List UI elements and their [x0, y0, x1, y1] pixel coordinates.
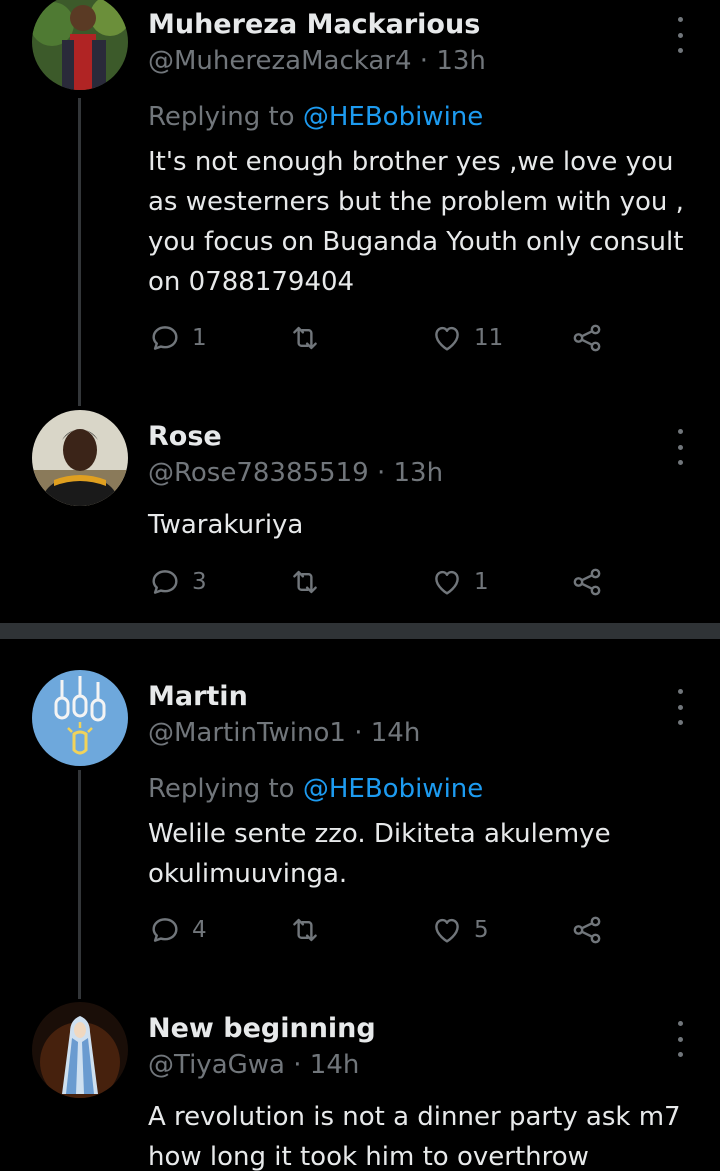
replying-to-label: Replying to — [148, 102, 295, 132]
author-handle[interactable]: @TiyaGwa — [148, 1050, 285, 1080]
reply-count: 1 — [192, 325, 207, 351]
more-icon[interactable] — [668, 429, 692, 465]
reply-count: 4 — [192, 917, 207, 943]
share-button[interactable] — [570, 562, 604, 602]
reply-button[interactable]: 1 — [148, 318, 207, 358]
tweet[interactable]: Martin @MartinTwino1 · 14h Replying to @… — [0, 639, 720, 999]
tweet-text: Welile sente zzo. Dikiteta akulemye okul… — [148, 819, 611, 889]
separator: · — [376, 458, 386, 488]
thread-line — [78, 770, 81, 999]
like-button[interactable]: 5 — [430, 910, 489, 950]
mention-link[interactable]: @HEBobiwine — [303, 774, 483, 804]
author-name[interactable]: Martin — [148, 681, 248, 712]
retweet-button[interactable] — [288, 318, 332, 358]
author-name[interactable]: Muhereza Mackarious — [148, 9, 480, 40]
reply-icon — [152, 326, 178, 350]
author-handle[interactable]: @MartinTwino1 — [148, 718, 346, 748]
separator: · — [354, 718, 363, 748]
like-icon — [435, 570, 459, 595]
avatar[interactable] — [32, 410, 128, 506]
reply-button[interactable]: 4 — [148, 910, 207, 950]
like-count: 5 — [474, 917, 489, 943]
author-meta: @MuherezaMackar4 · 13h — [148, 46, 486, 76]
tweet-text: It's not enough brother yes ,we love you… — [148, 147, 684, 297]
like-icon — [435, 326, 459, 351]
mention-link[interactable]: @HEBobiwine — [303, 102, 483, 132]
tweet[interactable]: New beginning @TiyaGwa · 14h A revolutio… — [0, 999, 720, 1171]
tweet[interactable]: Rose @Rose78385519 · 13h Twarakuriya 3 1 — [0, 410, 720, 623]
tweet[interactable]: Muhereza Mackarious @MuherezaMackar4 · 1… — [0, 0, 720, 410]
more-icon[interactable] — [668, 689, 692, 725]
reply-icon — [152, 570, 178, 594]
separator: · — [293, 1050, 302, 1080]
separator: · — [419, 46, 429, 76]
replying-to: Replying to @HEBobiwine — [148, 774, 483, 804]
action-bar: 3 1 — [148, 562, 618, 602]
reply-icon — [152, 918, 178, 942]
share-button[interactable] — [570, 910, 604, 950]
action-bar: 1 11 — [148, 318, 618, 358]
conversation-divider — [0, 623, 720, 639]
like-icon — [435, 918, 459, 943]
more-icon[interactable] — [668, 17, 692, 53]
timestamp[interactable]: 13h — [393, 458, 443, 488]
replying-to: Replying to @HEBobiwine — [148, 102, 483, 132]
share-button[interactable] — [570, 318, 604, 358]
tweet-text: Twarakuriya — [148, 510, 304, 540]
thread-line — [78, 98, 81, 406]
avatar[interactable] — [32, 1002, 128, 1098]
share-icon — [573, 568, 601, 596]
timestamp[interactable]: 13h — [436, 46, 486, 76]
like-count: 1 — [474, 569, 489, 595]
retweet-button[interactable] — [288, 562, 332, 602]
author-meta: @TiyaGwa · 14h — [148, 1050, 359, 1080]
more-icon[interactable] — [668, 1021, 692, 1057]
avatar[interactable] — [32, 670, 128, 766]
retweet-button[interactable] — [288, 910, 332, 950]
author-meta: @MartinTwino1 · 14h — [148, 718, 420, 748]
retweet-icon — [293, 918, 317, 942]
retweet-icon — [293, 326, 317, 350]
like-button[interactable]: 1 — [430, 562, 489, 602]
retweet-icon — [293, 570, 317, 594]
like-button[interactable]: 11 — [430, 318, 503, 358]
share-icon — [573, 916, 601, 944]
author-handle[interactable]: @MuherezaMackar4 — [148, 46, 412, 76]
tweet-text: A revolution is not a dinner party ask m… — [148, 1102, 681, 1171]
author-meta: @Rose78385519 · 13h — [148, 458, 443, 488]
replying-to-label: Replying to — [148, 774, 295, 804]
reply-button[interactable]: 3 — [148, 562, 207, 602]
author-name[interactable]: Rose — [148, 421, 222, 452]
timestamp[interactable]: 14h — [310, 1050, 360, 1080]
reply-count: 3 — [192, 569, 207, 595]
timestamp[interactable]: 14h — [371, 718, 421, 748]
like-count: 11 — [474, 325, 504, 351]
avatar[interactable] — [32, 0, 128, 90]
author-handle[interactable]: @Rose78385519 — [148, 458, 369, 488]
share-icon — [573, 324, 601, 352]
author-name[interactable]: New beginning — [148, 1013, 376, 1044]
action-bar: 4 5 — [148, 910, 618, 950]
